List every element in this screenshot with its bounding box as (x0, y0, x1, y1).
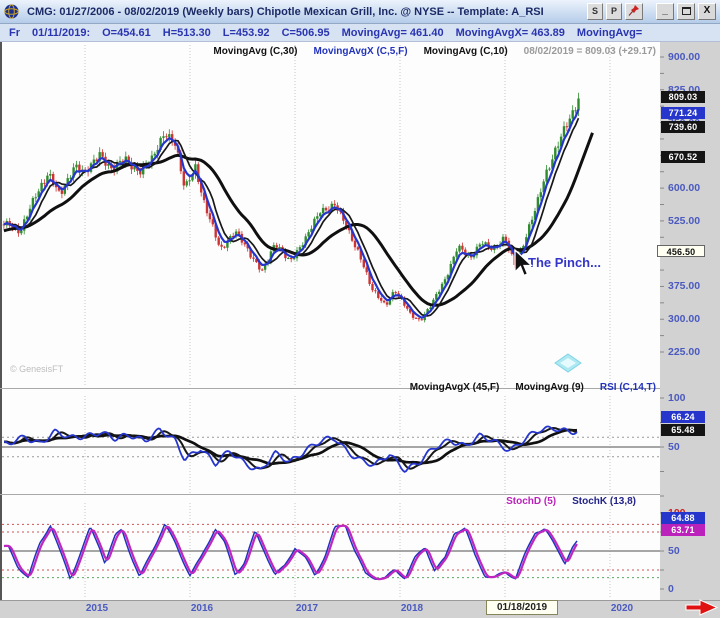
chart-plot-area[interactable] (0, 42, 660, 600)
last-bar-quote: 08/02/2019 = 809.03 (+29.17) (524, 46, 656, 57)
window-title: CMG: 01/27/2006 - 08/02/2019 (Weekly bar… (27, 6, 544, 18)
quote-field: O=454.61 (102, 27, 151, 39)
diamond-drawing-icon[interactable] (554, 353, 582, 373)
legend-item-movingavg-9-[interactable]: MovingAvg (9) (515, 382, 584, 393)
price-panel-legend: MovingAvg (C,30) MovingAvgX (C,5,F) Moving… (213, 46, 656, 57)
chart-window: CMG: 01/27/2006 - 08/02/2019 (Weekly bar… (0, 0, 720, 618)
time-axis-bar (0, 600, 720, 618)
period-button[interactable]: P (606, 3, 622, 20)
title-bar[interactable]: CMG: 01/27/2006 - 08/02/2019 (Weekly bar… (0, 0, 720, 24)
quote-date: 01/11/2019: (32, 27, 90, 39)
legend-item-rsi-c-14-t-[interactable]: RSI (C,14,T) (600, 382, 656, 393)
mouse-cursor-icon (512, 248, 534, 278)
rsi-panel-legend: MovingAvgX (45,F) MovingAvg (9) RSI (C,14,… (410, 382, 656, 393)
legend-item-stochd-5-[interactable]: StochD (5) (506, 496, 556, 507)
legend-item-stochk-13-8-[interactable]: StochK (13,8) (572, 496, 636, 507)
stoch-panel-legend: StochD (5) StochK (13,8) (506, 496, 636, 507)
quote-field: MovingAvg= (577, 27, 642, 39)
maximize-button[interactable] (677, 3, 695, 20)
weekday-label: Fr (9, 27, 20, 39)
legend-item-movingavgx-c-5-f-[interactable]: MovingAvgX (C,5,F) (314, 46, 408, 57)
app-globe-icon (4, 4, 19, 19)
quote-values: O=454.61 H=513.30 L=453.92 C=506.95 MovingAv… (102, 27, 642, 39)
quote-field: C=506.95 (282, 27, 330, 39)
pin-icon (628, 4, 640, 17)
price-axis-gutter (660, 42, 720, 600)
pinch-annotation: The Pinch... (528, 255, 601, 270)
legend-item-movingavgx-45-f-[interactable]: MovingAvgX (45,F) (410, 382, 500, 393)
legend-item-movingavg-c-10-[interactable]: MovingAvg (C,10) (424, 46, 508, 57)
minimize-button[interactable]: _ (656, 3, 674, 20)
quote-field: MovingAvgX= 463.89 (456, 27, 565, 39)
close-button[interactable]: X (698, 3, 716, 20)
quote-info-bar: Fr 01/11/2019: O=454.61 H=513.30 L=453.92 C… (0, 24, 720, 42)
maximize-icon (682, 7, 691, 15)
legend-item-movingavg-c-30-[interactable]: MovingAvg (C,30) (213, 46, 297, 57)
symbol-button[interactable]: S (587, 3, 603, 20)
pin-button[interactable] (625, 3, 643, 20)
quote-field: MovingAvg= 461.40 (342, 27, 444, 39)
date-marker-box[interactable]: 01/18/2019 (486, 600, 558, 615)
scroll-right-arrow[interactable] (684, 599, 720, 617)
quote-field: H=513.30 (163, 27, 211, 39)
genesisft-watermark: © GenesisFT (10, 364, 63, 374)
quote-field: L=453.92 (223, 27, 270, 39)
panel-separator (0, 494, 660, 495)
